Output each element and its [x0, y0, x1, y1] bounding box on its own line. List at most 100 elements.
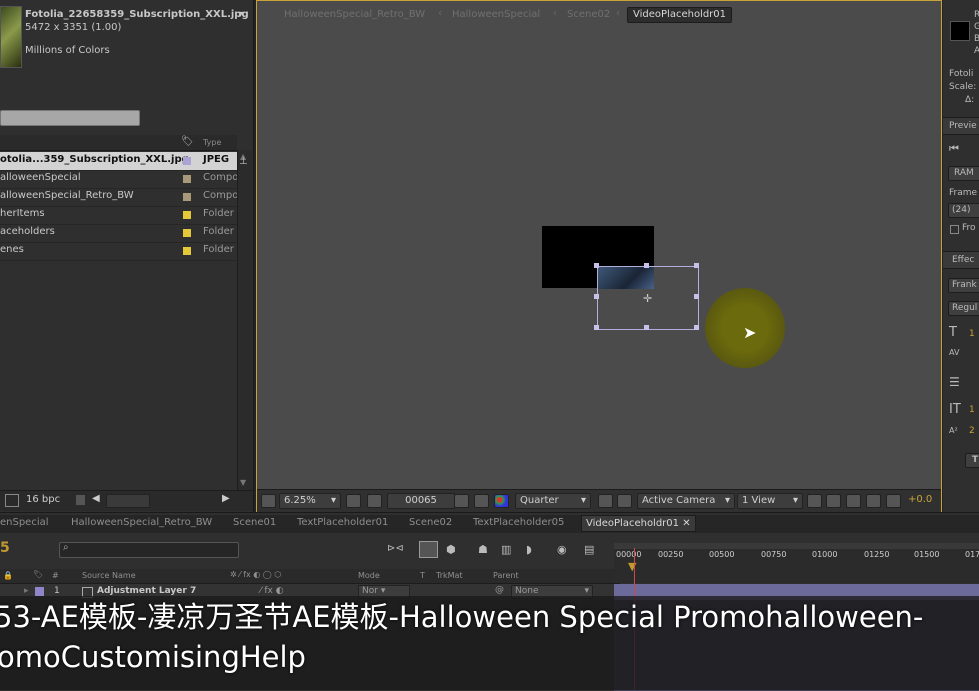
project-item[interactable]: herItems Folder [0, 206, 237, 225]
anchor-point-icon[interactable]: ✛ [643, 292, 652, 305]
project-item[interactable]: aceholders Folder [0, 224, 237, 243]
t-header[interactable]: T [420, 571, 425, 580]
fast-render-icon[interactable] [826, 494, 841, 508]
transform-handle[interactable] [644, 263, 649, 268]
safe-margins-icon[interactable] [346, 494, 361, 508]
live-update-icon[interactable] [419, 541, 438, 558]
current-frame-field[interactable]: 00065 [387, 493, 455, 509]
preview-panel-header[interactable]: Previe [943, 117, 979, 135]
frame-blending-icon[interactable]: ▥ [501, 543, 511, 556]
channels-icon[interactable] [494, 494, 509, 508]
file-menu-icon[interactable]: ▾ [238, 9, 243, 20]
transform-handle[interactable] [694, 294, 699, 299]
type-column-header[interactable]: Type [203, 138, 221, 147]
reset-exposure-icon[interactable] [886, 494, 901, 508]
scroll-left-icon[interactable]: ◀ [92, 493, 100, 504]
tab-video-placeholder01[interactable]: VideoPlaceholdr01 ✕ [581, 515, 696, 532]
source-name-header[interactable]: Source Name [82, 571, 136, 580]
mode-header[interactable]: Mode [358, 571, 380, 580]
ram-preview-button[interactable]: RAM [948, 166, 979, 181]
project-scrollbar[interactable]: ▲ ▼ [237, 150, 252, 490]
tab-halloween-special[interactable]: enSpecial [0, 517, 49, 528]
current-time-indicator-icon[interactable]: ▼ [628, 560, 636, 573]
font-family-dropdown[interactable]: Frank [948, 278, 979, 293]
effects-panel-header[interactable]: Effec [943, 251, 979, 269]
faux-bold-button[interactable]: T [965, 453, 979, 468]
flowchart-view-icon[interactable] [866, 494, 881, 508]
toggle-pixel-aspect-icon[interactable] [807, 494, 822, 508]
project-item[interactable]: enes Folder [0, 242, 237, 261]
parent-header[interactable]: Parent [493, 571, 519, 580]
trkmat-header[interactable]: TrkMat [436, 571, 463, 580]
fast-previews-icon[interactable] [598, 494, 613, 508]
close-tab-icon[interactable]: ✕ [682, 518, 690, 529]
stroke-icon[interactable]: ☰ [949, 375, 960, 389]
crumb-scene02[interactable]: Scene02 [567, 9, 610, 20]
graph-editor-icon[interactable]: ▤ [584, 543, 594, 556]
transform-handle[interactable] [694, 325, 699, 330]
flowchart-icon[interactable]: ⊥ [239, 156, 248, 167]
lock-column-icon[interactable]: 🔒 [3, 571, 13, 580]
crumb-video-placeholder[interactable]: VideoPlaceholdr01 [627, 7, 733, 23]
transform-handle[interactable] [594, 294, 599, 299]
from-current-checkbox[interactable] [950, 225, 959, 234]
draft-3d-icon[interactable]: ⬢ [446, 543, 456, 556]
project-item[interactable]: otolia...359_Subscription_XXL.jpg JPEG [0, 152, 237, 171]
tab-text-placeholder05[interactable]: TextPlaceholder05 [473, 517, 564, 528]
project-item-label-swatch[interactable] [183, 175, 191, 183]
font-style-dropdown[interactable]: Regul [948, 301, 979, 316]
time-ruler[interactable]: 00000 00250 00500 00750 01000 01250 0150… [614, 543, 979, 583]
project-item[interactable]: alloweenSpecial Compo [0, 170, 238, 189]
magnification-dropdown[interactable]: 6.25% ▾ [279, 493, 341, 509]
composition-mini-flowchart-icon[interactable]: ⊳⊲ [387, 543, 404, 554]
project-search-input[interactable] [0, 110, 140, 126]
motion-blur-icon[interactable]: ◗ [526, 543, 532, 556]
project-item-label-swatch[interactable] [183, 193, 191, 201]
transparency-grid-icon[interactable] [617, 494, 632, 508]
exposure-value[interactable]: +0.0 [908, 494, 932, 505]
label-column-icon[interactable]: 🏷 [33, 570, 43, 579]
crumb-halloween-retro-bw[interactable]: HalloweenSpecial_Retro_BW [284, 9, 425, 20]
font-size-value[interactable]: 1 [969, 329, 975, 339]
transform-handle[interactable] [694, 263, 699, 268]
scroll-down-icon[interactable]: ▼ [240, 478, 246, 487]
project-item-label-swatch[interactable] [183, 229, 191, 237]
horizontal-scroll-thumb[interactable] [106, 494, 150, 508]
snapshot-camera-icon[interactable] [454, 494, 469, 508]
always-preview-icon[interactable] [261, 494, 276, 508]
switches-header-icon[interactable]: ✲ ⁄ fx ◐ ◯ ⬡ [230, 570, 281, 579]
brainstorm-icon[interactable]: ◉ [557, 543, 567, 556]
region-of-interest-icon[interactable] [367, 494, 382, 508]
tab-halloween-retro-bw[interactable]: HalloweenSpecial_Retro_BW [71, 517, 212, 528]
timeline-search-input[interactable]: ⌕ [59, 542, 239, 558]
transform-handle[interactable] [594, 325, 599, 330]
camera-view-dropdown[interactable]: Active Camera ▾ [637, 493, 735, 509]
project-item-label-swatch[interactable] [183, 211, 191, 219]
current-time-display[interactable]: 5 [0, 540, 10, 556]
work-area-bar[interactable] [614, 543, 979, 549]
transform-handle[interactable] [644, 325, 649, 330]
tab-text-placeholder01[interactable]: TextPlaceholder01 [297, 517, 388, 528]
bit-depth-button[interactable]: 16 bpc [26, 494, 60, 505]
tab-scene01[interactable]: Scene01 [233, 517, 276, 528]
project-item-label-swatch[interactable] [183, 247, 191, 255]
interpret-footage-icon[interactable] [5, 494, 19, 507]
shy-layers-icon[interactable]: ☗ [478, 543, 488, 556]
project-item-label-swatch[interactable] [183, 157, 191, 165]
frame-rate-field[interactable]: (24) [948, 203, 979, 218]
composition-viewer[interactable]: HalloweenSpecial_Retro_BW ‹ HalloweenSpe… [256, 0, 942, 514]
transform-handle[interactable] [594, 263, 599, 268]
label-tag-icon[interactable]: 🏷 [181, 136, 194, 147]
show-snapshot-icon[interactable] [474, 494, 489, 508]
project-item[interactable]: alloweenSpecial_Retro_BW Compo [0, 188, 238, 207]
crumb-halloween-special[interactable]: HalloweenSpecial [452, 9, 540, 20]
trash-icon[interactable] [76, 495, 85, 505]
baseline-value[interactable]: 2 [969, 426, 975, 436]
first-frame-icon[interactable]: ⏮ [949, 142, 959, 156]
view-layout-dropdown[interactable]: 1 View ▾ [737, 493, 803, 509]
timeline-icon[interactable] [846, 494, 861, 508]
tab-scene02[interactable]: Scene02 [409, 517, 452, 528]
resolution-dropdown[interactable]: Quarter ▾ [515, 493, 591, 509]
leading-value[interactable]: 1 [969, 405, 975, 415]
scroll-right-icon[interactable]: ▶ [222, 493, 230, 504]
